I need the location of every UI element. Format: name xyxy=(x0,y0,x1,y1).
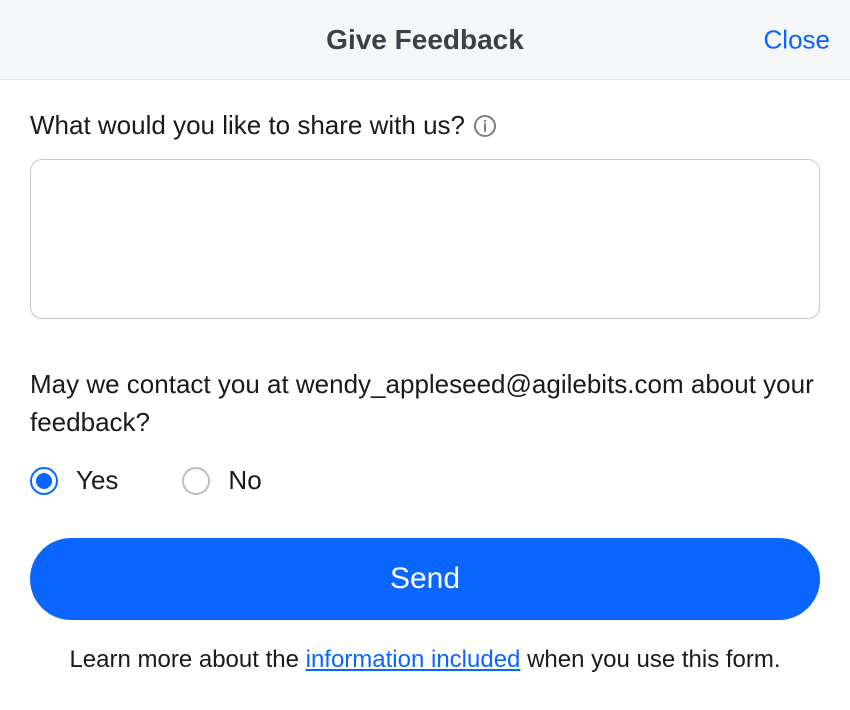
information-included-link[interactable]: information included xyxy=(306,646,521,673)
dialog-content: What would you like to share with us? Ma… xyxy=(0,80,850,674)
radio-option-yes[interactable]: Yes xyxy=(30,465,118,496)
share-prompt-label: What would you like to share with us? xyxy=(30,110,465,141)
dialog-header: Give Feedback Close xyxy=(0,0,850,80)
radio-option-no[interactable]: No xyxy=(182,465,261,496)
radio-label-yes: Yes xyxy=(76,465,118,496)
close-button[interactable]: Close xyxy=(764,24,830,55)
radio-label-no: No xyxy=(228,465,261,496)
contact-radio-group: Yes No xyxy=(30,465,820,496)
contact-prompt-label: May we contact you at wendy_appleseed@ag… xyxy=(30,366,820,441)
info-icon[interactable] xyxy=(473,114,497,138)
feedback-textarea[interactable] xyxy=(30,159,820,319)
radio-circle-yes xyxy=(30,467,58,495)
dialog-title: Give Feedback xyxy=(326,24,524,56)
footer-note-suffix: when you use this form. xyxy=(520,646,780,673)
footer-note-prefix: Learn more about the xyxy=(69,646,305,673)
footer-note: Learn more about the information include… xyxy=(30,646,820,674)
radio-circle-no xyxy=(182,467,210,495)
share-prompt-row: What would you like to share with us? xyxy=(30,110,820,141)
send-button[interactable]: Send xyxy=(30,538,820,620)
